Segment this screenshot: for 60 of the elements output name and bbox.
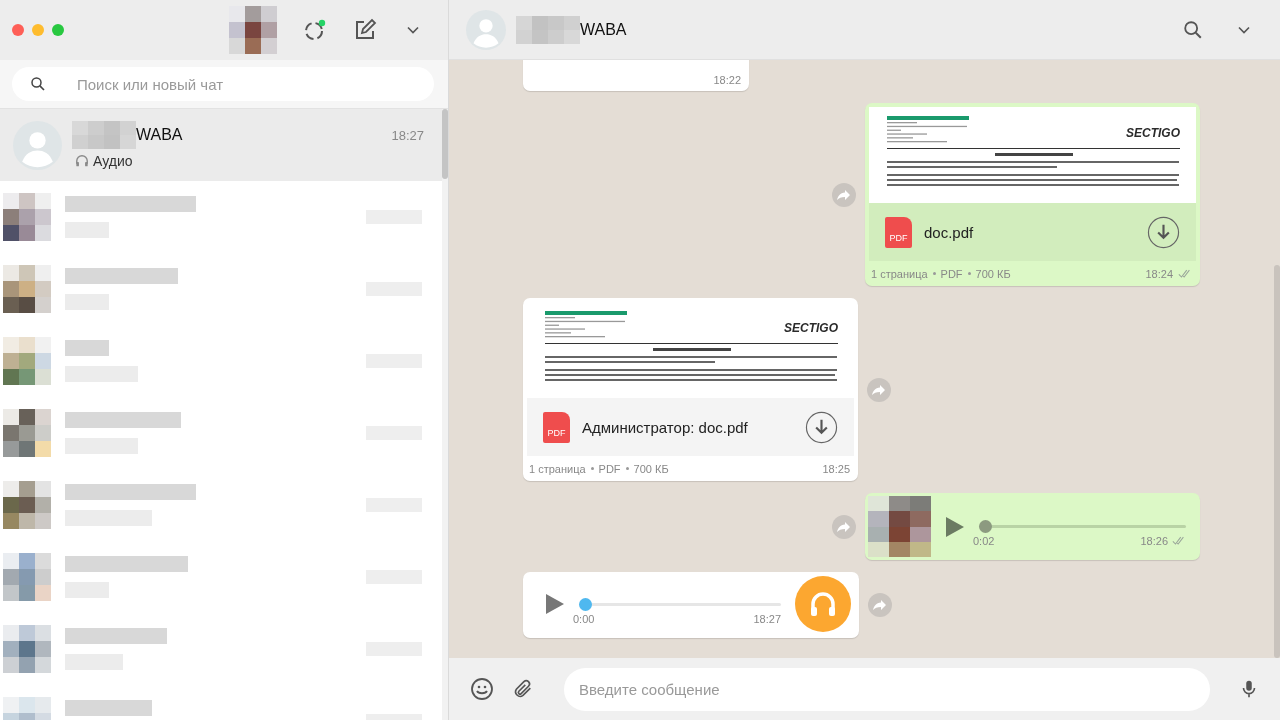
chat-preview: Аудио [93, 153, 133, 169]
file-type: PDF [940, 267, 963, 280]
audio-progress-thumb[interactable] [579, 597, 592, 611]
chat-title[interactable]: WABA [580, 20, 627, 39]
search-field[interactable]: Поиск или новый чат [12, 67, 434, 101]
forward-icon[interactable] [867, 377, 891, 402]
separator-dot [932, 272, 936, 275]
maximize-window-button[interactable] [52, 24, 64, 36]
pdf-file-icon: PDF [543, 411, 570, 443]
pixelated-name [72, 121, 136, 149]
separator-dot [967, 272, 971, 275]
message-time: 18:22 [713, 74, 741, 86]
message-time: 18:27 [753, 612, 781, 625]
download-icon[interactable] [805, 410, 838, 444]
play-icon[interactable] [945, 515, 965, 538]
separator-dot [590, 467, 594, 470]
message-time: 18:26 [1140, 535, 1168, 548]
forward-icon[interactable] [832, 182, 856, 207]
file-name: Администратор: doc.pdf [582, 418, 749, 436]
message-input[interactable]: Введите сообщение [564, 667, 1210, 711]
audio-progress-thumb[interactable] [979, 520, 992, 534]
scrollbar[interactable] [442, 109, 448, 720]
play-icon[interactable] [545, 593, 565, 615]
emoji-icon[interactable] [470, 677, 494, 701]
search-icon [29, 75, 47, 93]
close-window-button[interactable] [12, 24, 24, 36]
paperclip-icon[interactable] [512, 678, 534, 700]
pixelated-name [516, 15, 580, 44]
chat-list-item[interactable]: WABA 18:27 Аудио [0, 109, 442, 181]
default-avatar-icon [13, 120, 62, 170]
headphones-icon [795, 576, 851, 632]
audio-duration: 0:02 [973, 535, 995, 548]
audio-progress-track[interactable] [579, 597, 781, 611]
new-chat-icon[interactable] [353, 18, 377, 42]
file-type: PDF [598, 462, 621, 475]
message-time: 18:24 [1145, 267, 1173, 280]
chat-name: WABA [136, 126, 183, 144]
file-name: doc.pdf [924, 223, 975, 241]
status-icon[interactable] [303, 18, 327, 42]
chat-time: 18:27 [391, 127, 424, 143]
headphones-icon [75, 154, 89, 168]
company-logo: SECTIGO [784, 321, 838, 335]
document-thumbnail[interactable]: SECTIGO [869, 107, 1196, 203]
page-count: 1 страница [871, 267, 928, 280]
forward-icon[interactable] [832, 514, 856, 539]
separator-dot [625, 467, 629, 470]
audio-progress-track[interactable] [979, 520, 1186, 534]
company-logo: SECTIGO [1126, 126, 1180, 140]
search-icon[interactable] [1182, 18, 1204, 41]
file-size: 700 КБ [633, 462, 669, 475]
page-count: 1 страница [529, 462, 586, 475]
audio-duration: 0:00 [573, 612, 595, 625]
message-time: 18:25 [822, 462, 850, 475]
forward-icon[interactable] [868, 593, 892, 617]
minimize-window-button[interactable] [32, 24, 44, 36]
pixelated-sender-avatar [868, 496, 931, 558]
pixelated-profile-avatar[interactable] [229, 6, 277, 54]
file-size: 700 КБ [975, 267, 1011, 280]
download-icon[interactable] [1147, 215, 1180, 249]
pdf-file-icon: PDF [885, 216, 912, 248]
